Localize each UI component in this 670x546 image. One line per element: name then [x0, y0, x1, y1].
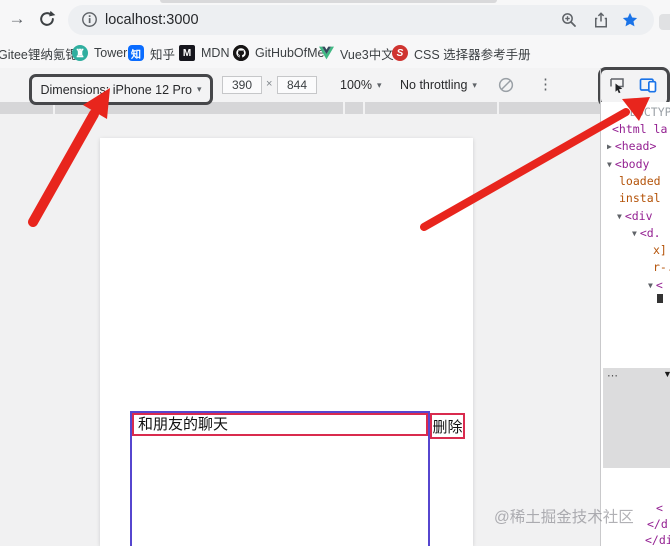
bookmark-github[interactable]: GitHubOfMe	[233, 43, 324, 63]
css-manual-icon: S	[392, 45, 408, 61]
viewport-width-input[interactable]	[222, 76, 262, 94]
bookmarks-bar: Gitee锂纳氪锶 ♜ Tower 知 知乎 M MDN GitHubOfMe …	[0, 39, 670, 68]
dimensions-dropdown[interactable]: Dimensions: iPhone 12 Pro ▾	[29, 74, 213, 105]
address-bar[interactable]: localhost:3000	[68, 5, 654, 35]
dom-closing-tag[interactable]: </d	[647, 517, 668, 531]
watermark: @稀土掘金技术社区	[494, 509, 634, 526]
dom-node-hover-highlight[interactable]: ⋯ ▼	[603, 368, 670, 468]
browser-window: → localhost:3000 Gitee锂纳氪锶 ♜ Tower 知 知乎 …	[0, 0, 670, 546]
bookmark-css-manual[interactable]: S CSS 选择器参考手册	[392, 43, 531, 63]
device-toolbar: Dimensions: iPhone 12 Pro ▾ × 100% ▾ No …	[0, 67, 670, 107]
dom-closing-tag[interactable]: <	[656, 501, 663, 515]
dom-node-body[interactable]: ▼ <body	[607, 157, 649, 172]
bookmark-tower[interactable]: ♜ Tower	[72, 43, 127, 63]
mdn-icon: M	[179, 45, 195, 61]
bookmark-gitee[interactable]: Gitee锂纳氪锶	[0, 43, 78, 63]
chevron-down-icon: ▾	[376, 79, 382, 90]
tower-icon: ♜	[72, 45, 88, 61]
chevron-down-icon: ▾	[196, 84, 202, 94]
ellipsis-icon: ⋯	[607, 370, 619, 382]
dom-node-nested[interactable]: ▼ <	[648, 278, 663, 293]
zhihu-icon: 知	[128, 45, 144, 61]
more-options-icon[interactable]: ⋮	[538, 75, 553, 93]
site-info-icon[interactable]	[81, 11, 98, 28]
dom-node-partial	[657, 294, 663, 303]
chat-title-input[interactable]	[132, 413, 428, 436]
zoom-page-icon[interactable]	[560, 11, 578, 29]
dom-attr-installed[interactable]: instal	[619, 191, 661, 205]
dimensions-separator: ×	[266, 78, 273, 90]
github-icon	[233, 45, 249, 61]
vue-icon	[318, 45, 334, 61]
share-icon[interactable]	[592, 11, 610, 29]
reload-icon[interactable]	[37, 9, 57, 29]
devtools-divider[interactable]	[600, 68, 601, 546]
bookmark-mdn[interactable]: M MDN	[179, 43, 229, 63]
throttling-select[interactable]: No throttling ▾	[400, 78, 477, 92]
dom-node-html[interactable]: <html la	[612, 122, 667, 136]
delete-button[interactable]: 删除	[430, 413, 465, 439]
forward-icon[interactable]: →	[7, 9, 27, 29]
bookmark-star-icon[interactable]	[621, 11, 639, 29]
dom-attr-x[interactable]: x]	[653, 243, 667, 257]
dom-node-div[interactable]: ▼ <div	[617, 209, 653, 224]
bookmark-zhihu[interactable]: 知 知乎	[128, 43, 175, 63]
dom-attr-r[interactable]: r-.	[653, 260, 670, 274]
rotate-viewport-icon[interactable]	[497, 76, 515, 94]
dom-node-div-child[interactable]: ▼ <d.	[632, 226, 661, 241]
device-viewport-page: 删除	[100, 138, 473, 546]
dimensions-label: Dimensions: iPhone 12 Pro	[40, 82, 192, 97]
extension-icon[interactable]	[659, 14, 670, 30]
chevron-down-icon: ▾	[472, 79, 477, 90]
annotation-box-devtools-icons	[598, 67, 670, 107]
triangle-icon: ▼	[663, 369, 670, 379]
devtools-elements-panel: DOCTYP <html la ▶ <head> ▼ <body loaded in…	[600, 102, 670, 546]
viewport-height-input[interactable]	[277, 76, 317, 94]
dom-node-doctype[interactable]: DOCTYP	[630, 105, 670, 119]
dom-closing-tag[interactable]: </di	[645, 533, 670, 546]
bookmark-vue[interactable]: Vue3中文	[318, 43, 394, 63]
tab-strip[interactable]	[160, 0, 497, 3]
browser-toolbar: → localhost:3000	[0, 0, 670, 39]
dom-node-head[interactable]: ▶ <head>	[607, 139, 656, 154]
url-text[interactable]: localhost:3000	[105, 12, 199, 28]
zoom-select[interactable]: 100% ▾	[340, 78, 382, 92]
dom-attr-loaded[interactable]: loaded	[619, 174, 661, 188]
